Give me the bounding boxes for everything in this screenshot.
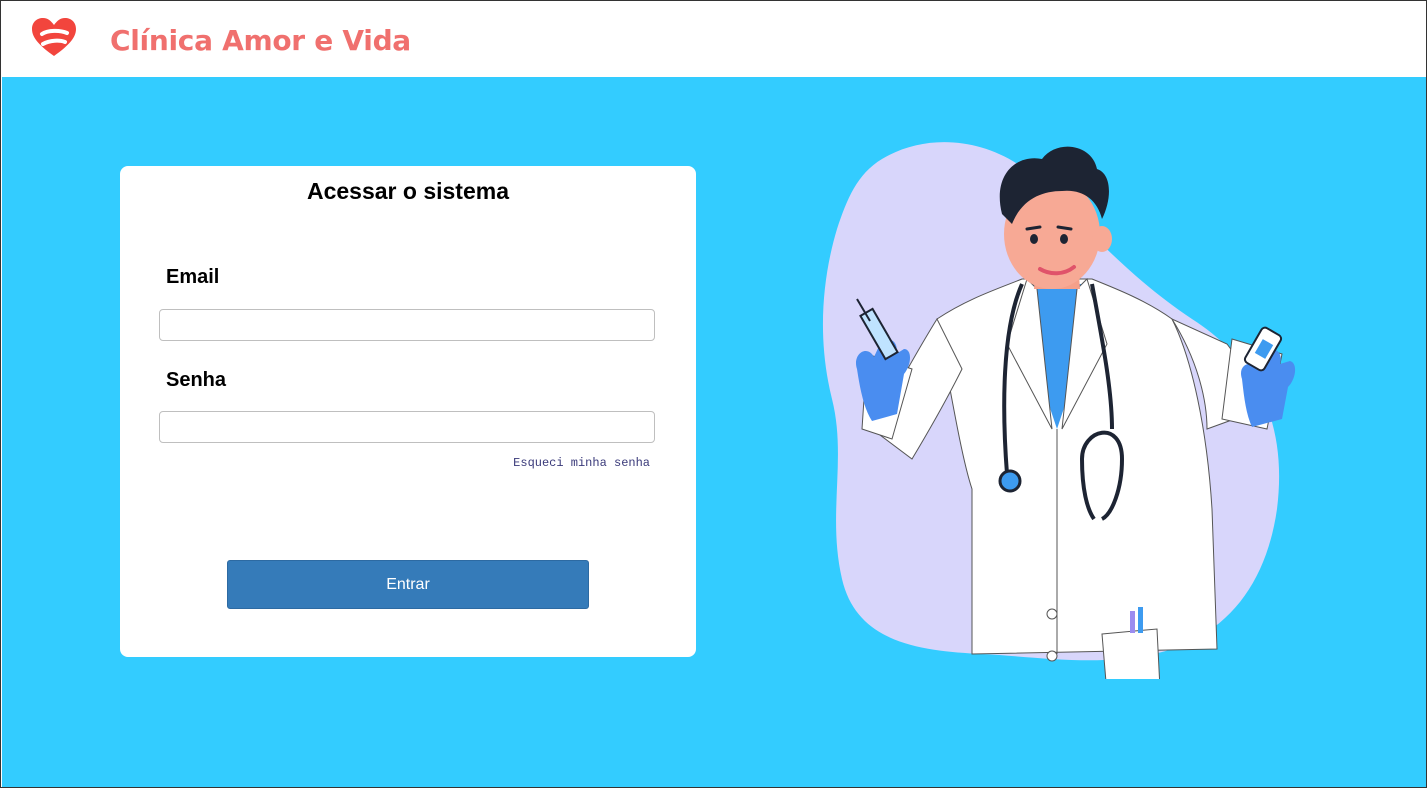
doctor-illustration-icon (822, 142, 1296, 679)
login-card: Acessar o sistema Email Senha Esqueci mi… (120, 166, 696, 657)
top-header: Clínica Amor e Vida (2, 2, 1426, 77)
enter-button[interactable]: Entrar (227, 560, 589, 609)
brand-name: Clínica Amor e Vida (110, 24, 411, 57)
heart-logo-icon (32, 18, 76, 56)
password-label: Senha (166, 369, 227, 391)
password-input[interactable] (159, 411, 655, 443)
email-label: Email (166, 266, 220, 288)
main-area: Acessar o sistema Email Senha Esqueci mi… (2, 77, 1426, 787)
forgot-password-link[interactable]: Esqueci minha senha (513, 456, 650, 470)
email-input[interactable] (159, 309, 655, 341)
login-title: Acessar o sistema (306, 178, 509, 204)
app-window: Clínica Amor e Vida Acessar o sistema Em… (0, 0, 1427, 788)
